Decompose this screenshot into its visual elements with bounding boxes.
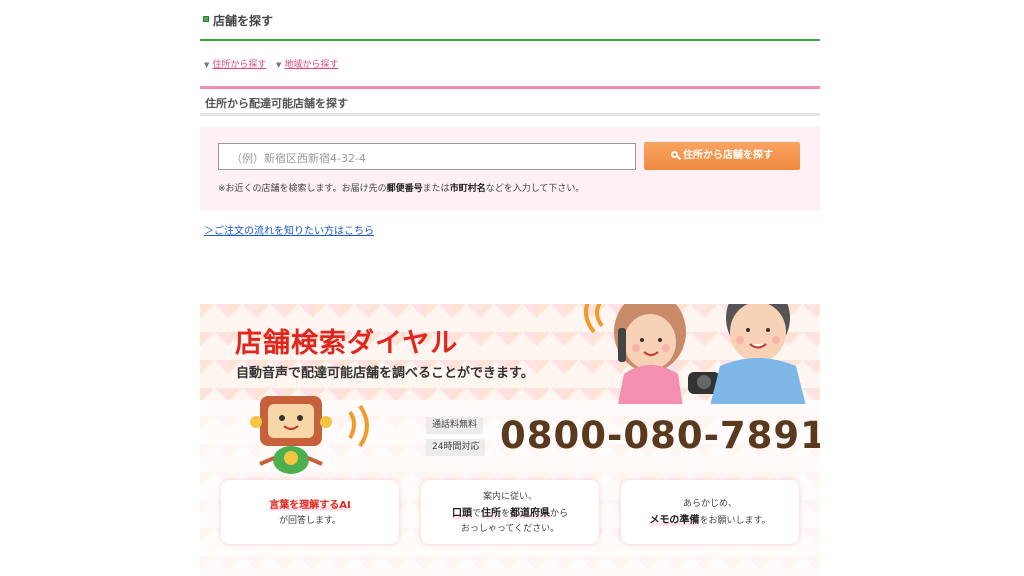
- subsection-header: 住所から配達可能店舗を探す: [200, 86, 820, 116]
- card2-de: で: [471, 509, 481, 519]
- note-postal-code: 郵便番号: [386, 184, 423, 194]
- search-by-region-label: 地域から探す: [284, 60, 339, 70]
- card3-memo: メモの準備: [649, 515, 700, 526]
- subsection-title: 住所から配達可能店舗を探す: [205, 97, 348, 110]
- free-call-tag: 通話料無料: [426, 417, 484, 434]
- store-search-panel: 店舗を探す ▼ 住所から探す ▼ 地域から探す 住所から配達可能店舗を探す （例）新…: [200, 0, 820, 576]
- 24h-tag: 24時間対応: [426, 439, 486, 456]
- order-flow-link[interactable]: ＞ご注文の流れを知りたい方はこちら: [204, 222, 374, 237]
- section-title: 店舗を探す: [213, 14, 274, 28]
- card2-kara: から: [550, 509, 569, 519]
- couple-on-phone-illustration: [584, 304, 806, 404]
- card1-line1: 言葉を理解するAI: [269, 500, 351, 511]
- address-search-input[interactable]: （例）新宿区西新宿4-32-4: [218, 143, 636, 170]
- search-by-region-link[interactable]: ▼ 地域から探す: [276, 57, 338, 70]
- ai-robot-illustration: [250, 396, 369, 474]
- store-search-dial-banner: 店舗検索ダイヤル 自動音声で配達可能店舗を調べることができます。 通話料無料 2…: [200, 304, 820, 576]
- banner-subtitle: 自動音声で配達可能店舗を調べることができます。: [236, 366, 534, 381]
- card2-oral: 口頭: [451, 508, 472, 519]
- search-by-address-link[interactable]: ▼ 住所から探す: [204, 57, 266, 70]
- card3-line2: メモの準備をお願いします。: [621, 511, 799, 526]
- feature-card-ai: 言葉を理解するAI が回答します。: [221, 480, 399, 544]
- feature-card-address: 案内に従い、 口頭で住所を都道府県から おっしゃってください。: [421, 480, 599, 544]
- card3-line1: あらかじめ、: [682, 499, 737, 509]
- arrow-down-icon: ▼: [204, 61, 210, 69]
- search-by-address-label: 住所から探す: [212, 60, 267, 70]
- card2-address: 住所: [480, 508, 501, 519]
- search-icon: [671, 151, 678, 158]
- note-or: または: [422, 184, 450, 194]
- feature-card-memo: あらかじめ、 メモの準備をお願いします。: [621, 480, 799, 544]
- search-note: ※お近くの店舗を検索します。お届け先の郵便番号または市町村名などを入力して下さい…: [218, 181, 584, 194]
- note-suffix: などを入力して下さい。: [485, 184, 585, 194]
- note-city-name: 市町村名: [449, 184, 486, 194]
- card2-line2: 口頭で住所を都道府県から: [421, 504, 599, 519]
- note-prefix: ※お近くの店舗を検索します。お届け先の: [218, 184, 387, 194]
- card3-please: をお願いします。: [699, 516, 771, 526]
- search-stores-button[interactable]: 住所から店舗を探す: [644, 142, 800, 170]
- address-search-box: （例）新宿区西新宿4-32-4 住所から店舗を探す ※お近くの店舗を検索します。…: [200, 127, 820, 211]
- arrow-down-icon: ▼: [276, 61, 282, 69]
- section-bullet-icon: [203, 16, 209, 22]
- banner-title: 店舗検索ダイヤル: [235, 328, 459, 359]
- card2-wo: を: [500, 509, 510, 519]
- phone-number: 0800-080-7891: [500, 414, 820, 457]
- card2-line3: おっしゃってください。: [460, 524, 560, 534]
- section-header: 店舗を探す: [200, 0, 820, 41]
- search-stores-button-label: 住所から店舗を探す: [683, 150, 773, 161]
- card2-prefecture: 都道府県: [510, 508, 550, 519]
- card1-line2: が回答します。: [278, 516, 342, 526]
- card2-line1: 案内に従い、: [482, 492, 537, 502]
